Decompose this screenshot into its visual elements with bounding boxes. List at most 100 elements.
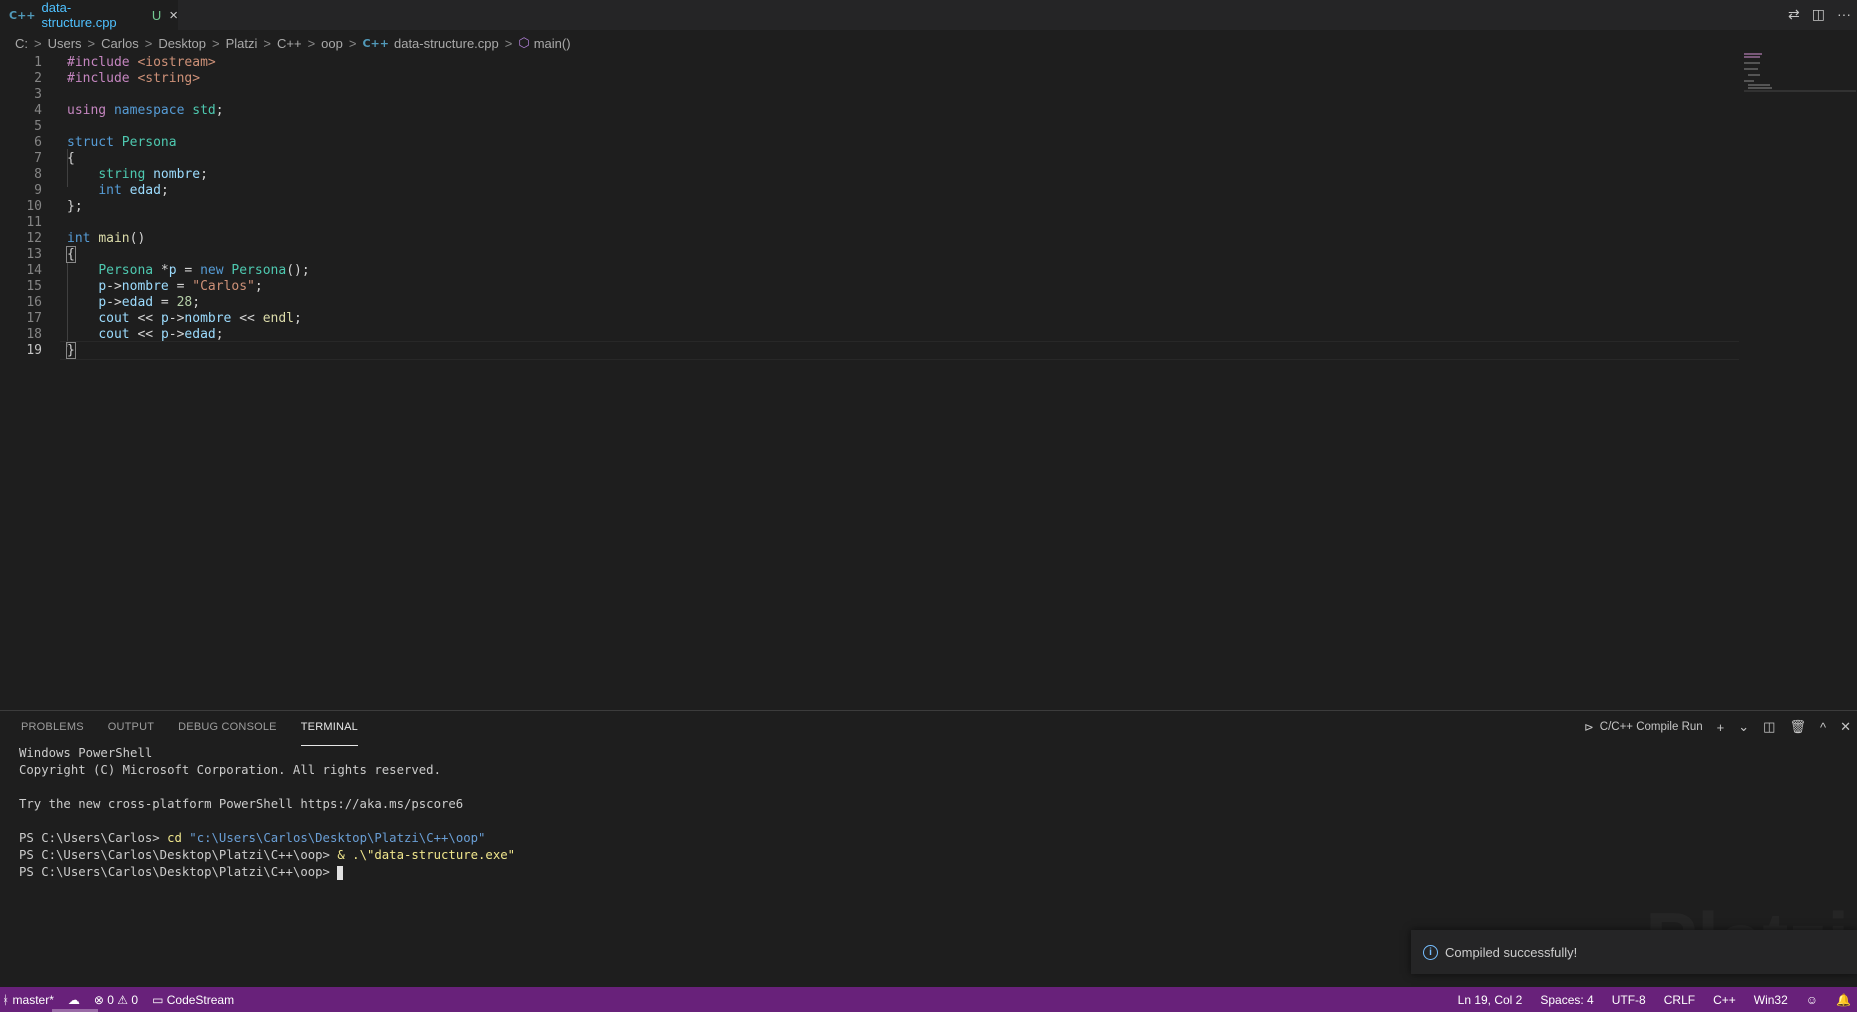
- breadcrumb-item[interactable]: C:: [15, 36, 28, 51]
- chevron-down-icon[interactable]: ⌄: [1738, 719, 1749, 735]
- end-of-line[interactable]: CRLF: [1664, 993, 1695, 1007]
- terminal-command: & .\"data-structure.exe": [337, 848, 516, 862]
- code-token: namespace: [113, 103, 185, 118]
- terminal-output[interactable]: Windows PowerShell Copyright (C) Microsof…: [19, 745, 515, 881]
- code-token: ->: [106, 279, 122, 294]
- terminal-command: cd: [167, 831, 190, 845]
- code-token: ;: [192, 295, 201, 310]
- minimap-line: [1748, 84, 1770, 86]
- maximize-panel-icon[interactable]: ^: [1820, 720, 1826, 735]
- matched-bracket: {: [66, 246, 76, 263]
- error-count: ⊗ 0: [93, 992, 114, 1007]
- cpp-file-icon: C++: [9, 8, 36, 22]
- breadcrumb-item[interactable]: Users: [48, 36, 82, 51]
- split-terminal-icon[interactable]: ◫: [1763, 719, 1775, 735]
- code-token: ->: [106, 295, 122, 310]
- panel-tabs: PROBLEMS OUTPUT DEBUG CONSOLE TERMINAL: [21, 721, 358, 746]
- code-token: Persona: [98, 263, 154, 278]
- terminal-line: Try the new cross-platform PowerShell ht…: [19, 797, 464, 811]
- tab-debug-console[interactable]: DEBUG CONSOLE: [178, 721, 277, 745]
- code-token: nombre: [153, 167, 201, 182]
- code-token: Persona: [121, 135, 177, 150]
- indentation[interactable]: Spaces: 4: [1540, 993, 1593, 1007]
- encoding[interactable]: UTF-8: [1612, 993, 1646, 1007]
- terminal-icon: ⊳: [1584, 722, 1594, 734]
- trash-icon[interactable]: 🗑: [1789, 719, 1806, 735]
- close-panel-icon[interactable]: ✕: [1840, 719, 1851, 735]
- breadcrumb-item[interactable]: Desktop: [158, 36, 206, 51]
- breadcrumb-item[interactable]: oop: [321, 36, 343, 51]
- code-token: <<: [231, 311, 263, 326]
- panel-actions: ⊳ C/C++ Compile Run + ⌄ ◫ 🗑 ^ ✕: [1584, 719, 1851, 735]
- minimap-line: [1744, 62, 1760, 64]
- split-editor-icon[interactable]: ◫: [1812, 6, 1825, 23]
- code-token: ;: [294, 311, 302, 326]
- breadcrumb-item[interactable]: C++: [277, 36, 302, 51]
- codestream-button[interactable]: ▭ CodeStream: [152, 993, 234, 1007]
- git-branch[interactable]: ᚼ master*: [2, 993, 54, 1007]
- code-token: ->: [168, 327, 185, 342]
- code-token: ->: [168, 311, 185, 326]
- code-token: using: [67, 103, 107, 118]
- terminal-line: Copyright (C) Microsoft Corporation. All…: [19, 763, 441, 777]
- sync-icon[interactable]: ☁: [68, 993, 80, 1007]
- tab-close-icon[interactable]: ×: [169, 7, 178, 24]
- tab-output[interactable]: OUTPUT: [108, 721, 154, 745]
- breadcrumb-symbol[interactable]: main(): [534, 36, 571, 51]
- terminal-prompt: PS C:\Users\Carlos\Desktop\Platzi\C++\oo…: [19, 865, 338, 879]
- code-token: nombre: [121, 279, 169, 294]
- code-token: "Carlos": [192, 279, 255, 294]
- new-terminal-icon[interactable]: +: [1717, 720, 1725, 735]
- minimap[interactable]: [1740, 53, 1857, 93]
- code-editor[interactable]: 1 #include <iostream> 2 #include <string> …: [0, 53, 1740, 708]
- chevron-right-icon: >: [263, 35, 271, 51]
- code-token: main: [98, 231, 130, 246]
- notifications-bell-icon[interactable]: 🔔: [1836, 993, 1851, 1007]
- notification-toast[interactable]: i Compiled successfully!: [1411, 930, 1857, 974]
- code-token: p: [98, 279, 107, 294]
- terminal-selector[interactable]: ⊳ C/C++ Compile Run: [1584, 720, 1703, 734]
- breadcrumb-file[interactable]: data-structure.cpp: [394, 36, 499, 51]
- minimap-line: [1744, 53, 1762, 55]
- code-token: {: [67, 151, 75, 166]
- minimap-line: [1744, 56, 1760, 58]
- breadcrumb-item[interactable]: Carlos: [101, 36, 139, 51]
- editor-tab-bar: C++ data-structure.cpp U × ⇄ ◫ ···: [0, 0, 1857, 30]
- code-token: p: [98, 295, 107, 310]
- terminal-argument: "c:\Users\Carlos\Desktop\Platzi\C++\oop": [189, 831, 486, 845]
- breadcrumb: C: > Users > Carlos > Desktop > Platzi > C++ >…: [15, 34, 571, 52]
- terminal-prompt: PS C:\Users\Carlos\Desktop\Platzi\C++\oo…: [19, 848, 338, 862]
- terminal-line: Windows PowerShell: [19, 746, 153, 760]
- terminal-cursor: [337, 865, 344, 880]
- line-number: 19: [26, 343, 42, 358]
- code-token: p: [168, 263, 177, 278]
- code-token: int: [67, 231, 91, 246]
- open-changes-icon[interactable]: ⇄: [1788, 6, 1800, 23]
- feedback-icon[interactable]: ☺: [1806, 993, 1818, 1007]
- tab-data-structure-cpp[interactable]: C++ data-structure.cpp U ×: [0, 0, 178, 30]
- tab-terminal[interactable]: TERMINAL: [300, 721, 358, 746]
- language-mode[interactable]: C++: [1713, 993, 1736, 1007]
- tab-problems[interactable]: PROBLEMS: [21, 721, 84, 745]
- code-token: ;: [160, 183, 169, 198]
- terminal-line: PS C:\Users\Carlos\Desktop\Platzi\C++\oo…: [19, 847, 515, 864]
- problems-indicator[interactable]: ⊗ 0 ⚠ 0: [94, 993, 138, 1007]
- warning-count: ⚠ 0: [117, 992, 139, 1007]
- code-line-current: 19}: [0, 341, 1740, 360]
- cursor-position[interactable]: Ln 19, Col 2: [1458, 993, 1523, 1007]
- platform[interactable]: Win32: [1754, 993, 1788, 1007]
- code-token: cout: [98, 327, 130, 342]
- code-token: new: [200, 263, 224, 278]
- minimap-line: [1748, 74, 1760, 76]
- code-token: p: [160, 327, 169, 342]
- code-token: string: [98, 167, 146, 182]
- code-token: (): [129, 231, 146, 246]
- more-actions-icon[interactable]: ···: [1837, 6, 1851, 23]
- breadcrumb-item[interactable]: Platzi: [226, 36, 258, 51]
- code-token: 28: [176, 295, 193, 310]
